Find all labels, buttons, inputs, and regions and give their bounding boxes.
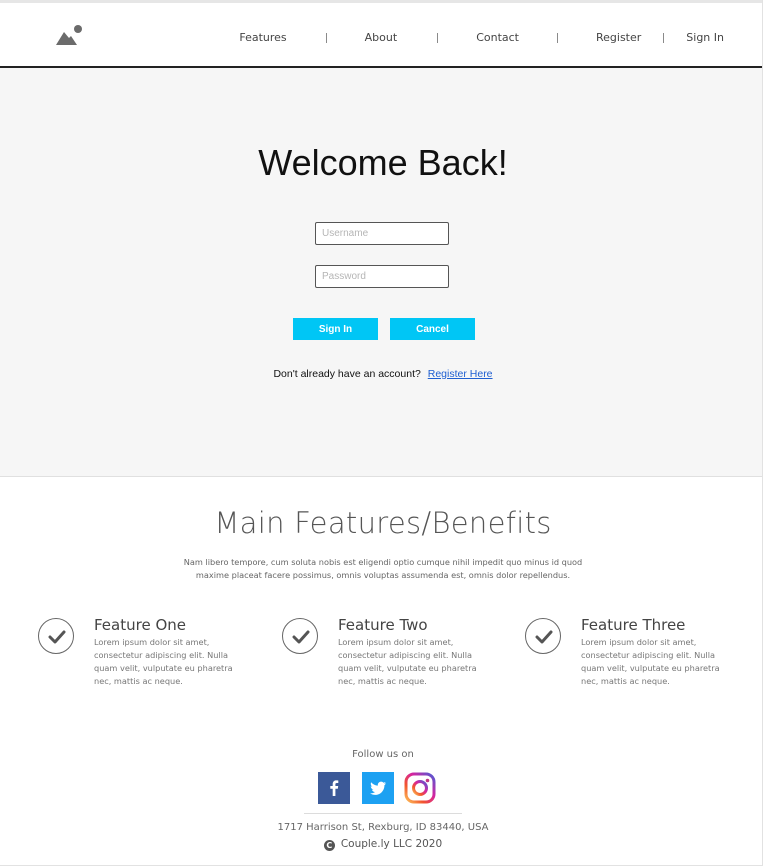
page-title: Welcome Back! xyxy=(258,142,508,183)
address: 1717 Harrison St, Rexburg, ID 83440, USA xyxy=(277,822,489,833)
sign-in-button[interactable]: Sign In xyxy=(293,318,378,340)
check-circle-icon xyxy=(282,618,318,654)
feature-card: Feature Two Lorem ipsum dolor sit amet, … xyxy=(282,616,482,696)
logo-icon[interactable] xyxy=(56,25,84,47)
login-section: Welcome Back! Sign In Cancel Don't alrea… xyxy=(0,68,762,477)
features-description: Nam libero tempore, cum soluta nobis est… xyxy=(183,557,583,580)
feature-card: Feature Three Lorem ipsum dolor sit amet… xyxy=(525,616,725,696)
site-header: Features About Contact Register Sign In xyxy=(0,3,762,68)
instagram-icon[interactable] xyxy=(404,772,436,804)
cancel-button[interactable]: Cancel xyxy=(390,318,475,340)
twitter-icon[interactable] xyxy=(362,772,394,804)
nav-about[interactable]: About xyxy=(365,31,398,44)
check-circle-icon xyxy=(525,618,561,654)
check-circle-icon xyxy=(38,618,74,654)
nav-contact[interactable]: Contact xyxy=(476,31,519,44)
footer-divider xyxy=(304,813,462,814)
register-link[interactable]: Register Here xyxy=(428,368,493,380)
register-prompt-text: Don't already have an account? xyxy=(273,368,421,380)
feature-text: Lorem ipsum dolor sit amet, consectetur … xyxy=(581,637,720,686)
nav-register[interactable]: Register xyxy=(596,31,641,44)
copyright-icon: C xyxy=(323,840,335,851)
nav-separator xyxy=(556,32,558,43)
follow-text: Follow us on xyxy=(352,749,414,760)
facebook-icon[interactable] xyxy=(318,772,350,804)
nav-separator xyxy=(325,32,327,43)
copyright-text: Couple.ly LLC 2020 xyxy=(340,838,443,850)
copyright: C Couple.ly LLC 2020 xyxy=(0,838,766,851)
feature-name: Feature Three xyxy=(581,616,686,634)
username-input[interactable] xyxy=(315,222,449,245)
nav-separator xyxy=(663,32,665,43)
feature-name: Feature One xyxy=(94,616,186,634)
feature-name: Feature Two xyxy=(338,616,428,634)
feature-text: Lorem ipsum dolor sit amet, consectetur … xyxy=(94,637,233,686)
nav-separator xyxy=(437,32,439,43)
feature-text: Lorem ipsum dolor sit amet, consectetur … xyxy=(338,637,477,686)
password-input[interactable] xyxy=(315,265,449,288)
nav-features[interactable]: Features xyxy=(239,31,286,44)
features-title: Main Features/Benefits xyxy=(214,506,552,540)
main-nav: Features About Contact Register Sign In xyxy=(239,31,724,44)
nav-sign-in[interactable]: Sign In xyxy=(686,31,724,44)
register-prompt: Don't already have an account? Register … xyxy=(0,368,766,380)
feature-card: Feature One Lorem ipsum dolor sit amet, … xyxy=(38,616,238,696)
page: Features About Contact Register Sign In … xyxy=(0,0,763,866)
